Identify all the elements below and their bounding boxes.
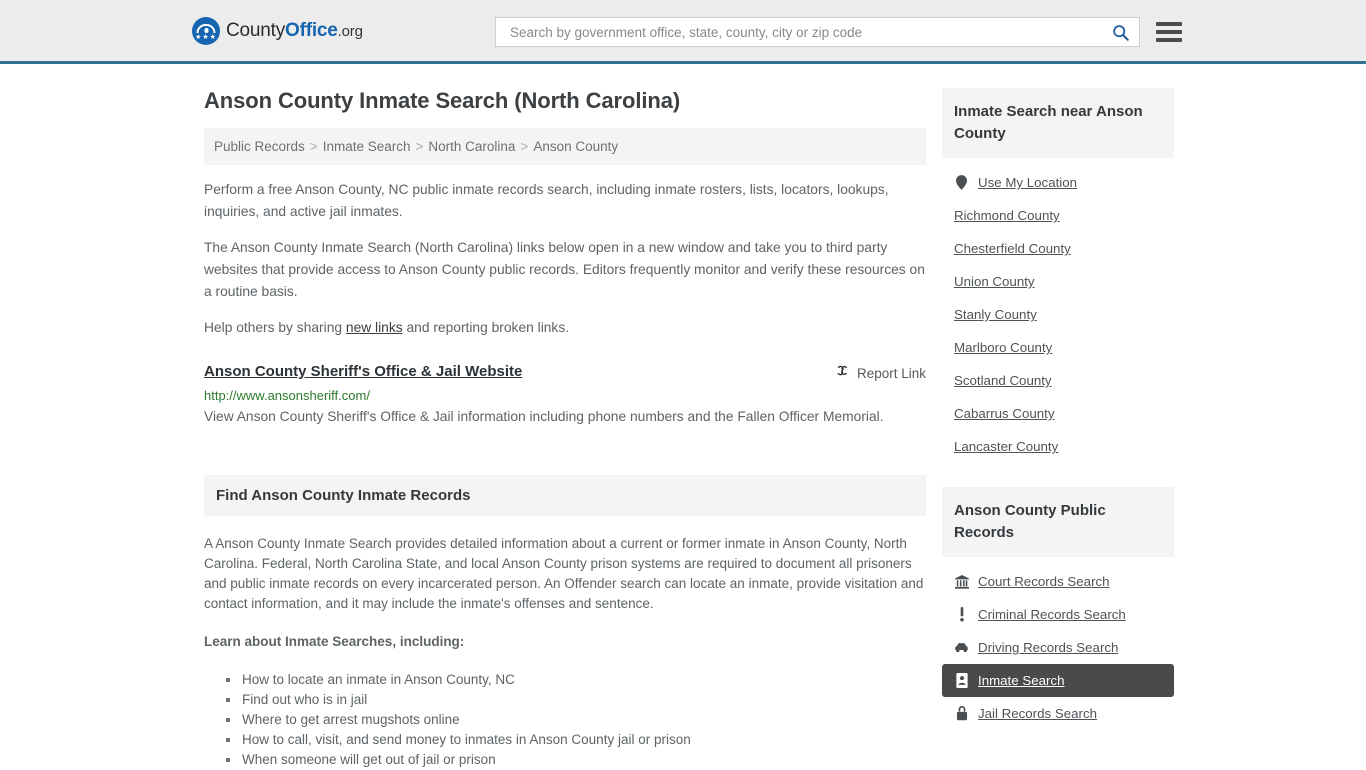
page-title: Anson County Inmate Search (North Caroli… [204, 88, 681, 113]
logo-text-county: County [226, 19, 286, 41]
sidebar-item-label[interactable]: Jail Records Search [978, 706, 1097, 721]
find-records-section-body: A Anson County Inmate Search provides de… [204, 534, 926, 770]
list-item: How to locate an inmate in Anson County,… [226, 670, 926, 690]
share-prefix: Help others by sharing [204, 320, 346, 335]
nearby-inmate-search-widget: Inmate Search near Anson County Use My L… [942, 88, 1174, 463]
site-header: ★★★ CountyOffice.org [0, 0, 1366, 64]
sidebar: Inmate Search near Anson County Use My L… [942, 64, 1174, 770]
sidebar-item-lancaster-county[interactable]: Lancaster County [942, 430, 1174, 463]
sidebar-item-label[interactable]: Driving Records Search [978, 640, 1118, 655]
sidebar-item-label[interactable]: Criminal Records Search [978, 607, 1126, 622]
header-search-zone [495, 17, 1182, 47]
sidebar-item-court-records-search[interactable]: Court Records Search [942, 565, 1174, 598]
sidebar-item-stanly-county[interactable]: Stanly County [942, 298, 1174, 331]
logo-text-office: Office [285, 19, 338, 41]
hamburger-menu-icon[interactable] [1156, 22, 1182, 42]
sidebar-item-driving-records-search[interactable]: Driving Records Search [942, 631, 1174, 664]
sidebar-item-cabarrus-county[interactable]: Cabarrus County [942, 397, 1174, 430]
eagle-emblem-icon: ★★★ [192, 16, 220, 45]
list-item: Where to get arrest mugshots online [226, 710, 926, 730]
sidebar-item-label[interactable]: Marlboro County [954, 340, 1052, 355]
nearby-widget-heading: Inmate Search near Anson County [954, 103, 1143, 142]
share-paragraph: Help others by sharing new links and rep… [204, 317, 926, 339]
intro-paragraph: Perform a free Anson County, NC public i… [204, 182, 889, 219]
report-link-button[interactable]: Report Link [835, 363, 926, 382]
sidebar-item-marlboro-county[interactable]: Marlboro County [942, 331, 1174, 364]
disclaimer-paragraph: The Anson County Inmate Search (North Ca… [204, 240, 925, 299]
public-records-widget-list: Court Records Search Criminal Records Se… [942, 557, 1174, 730]
search-box[interactable] [495, 17, 1140, 47]
search-icon[interactable] [1109, 21, 1131, 43]
sidebar-item-label[interactable]: Richmond County [954, 208, 1060, 223]
sidebar-item-criminal-records-search[interactable]: Criminal Records Search [942, 598, 1174, 631]
sidebar-item-label[interactable]: Inmate Search [978, 673, 1064, 688]
sidebar-item-label[interactable]: Use My Location [978, 175, 1077, 190]
nearby-widget-list: Use My Location Richmond County Chesterf… [942, 158, 1174, 463]
map-pin-icon [954, 175, 969, 190]
result-item: Anson County Sheriff's Office & Jail Web… [204, 363, 926, 429]
car-icon [954, 642, 969, 653]
breadcrumb-separator: > [309, 139, 318, 154]
report-link-label: Report Link [856, 365, 926, 381]
exclamation-icon [954, 607, 969, 622]
breadcrumb-item-inmate-search[interactable]: Inmate Search [323, 139, 411, 154]
page-body: Anson County Inmate Search (North Caroli… [0, 64, 1366, 770]
sidebar-item-inmate-search[interactable]: Inmate Search [942, 664, 1174, 697]
find-records-heading: Find Anson County Inmate Records [216, 487, 471, 504]
breadcrumb-separator: > [415, 139, 424, 154]
learn-about-heading: Learn about Inmate Searches, including: [204, 634, 465, 649]
list-item: When someone will get out of jail or pri… [226, 750, 926, 770]
sidebar-item-label[interactable]: Union County [954, 274, 1035, 289]
learn-about-list: How to locate an inmate in Anson County,… [204, 670, 926, 770]
stars-glyph: ★★★ [195, 33, 217, 41]
sidebar-item-label[interactable]: Court Records Search [978, 574, 1110, 589]
breadcrumb: Public Records > Inmate Search > North Carol… [204, 128, 926, 165]
id-badge-icon [954, 673, 969, 688]
result-description: View Anson County Sheriff's Office & Jai… [204, 409, 884, 424]
public-records-widget-header: Anson County Public Records [942, 487, 1174, 557]
sidebar-item-richmond-county[interactable]: Richmond County [942, 199, 1174, 232]
public-records-widget: Anson County Public Records Court Record… [942, 487, 1174, 730]
find-records-section-header: Find Anson County Inmate Records [204, 475, 926, 516]
sidebar-item-label[interactable]: Lancaster County [954, 439, 1058, 454]
sidebar-item-label[interactable]: Cabarrus County [954, 406, 1055, 421]
sidebar-item-label[interactable]: Scotland County [954, 373, 1052, 388]
sidebar-item-jail-records-search[interactable]: Jail Records Search [942, 697, 1174, 730]
sidebar-item-label[interactable]: Stanly County [954, 307, 1037, 322]
logo-text: CountyOffice.org [226, 20, 363, 42]
find-records-paragraph: A Anson County Inmate Search provides de… [204, 536, 924, 611]
sidebar-item-use-my-location[interactable]: Use My Location [942, 166, 1174, 199]
courthouse-icon [954, 574, 969, 589]
search-input[interactable] [508, 23, 1109, 41]
public-records-widget-heading: Anson County Public Records [954, 502, 1106, 541]
result-url[interactable]: http://www.ansonsheriff.com/ [204, 388, 926, 403]
breadcrumb-item-anson-county[interactable]: Anson County [533, 139, 618, 154]
main-content: Anson County Inmate Search (North Caroli… [204, 64, 926, 770]
site-logo[interactable]: ★★★ CountyOffice.org [192, 16, 363, 45]
logo-text-org: .org [337, 22, 363, 40]
breadcrumb-item-public-records[interactable]: Public Records [214, 139, 305, 154]
nearby-widget-header: Inmate Search near Anson County [942, 88, 1174, 158]
sidebar-item-scotland-county[interactable]: Scotland County [942, 364, 1174, 397]
list-item: Find out who is in jail [226, 690, 926, 710]
result-header: Anson County Sheriff's Office & Jail Web… [204, 363, 926, 382]
sidebar-item-label[interactable]: Chesterfield County [954, 241, 1071, 256]
result-title-link[interactable]: Anson County Sheriff's Office & Jail Web… [204, 363, 522, 380]
broken-link-icon [835, 364, 850, 382]
share-suffix: and reporting broken links. [402, 320, 570, 335]
breadcrumb-item-north-carolina[interactable]: North Carolina [428, 139, 515, 154]
sidebar-item-chesterfield-county[interactable]: Chesterfield County [942, 232, 1174, 265]
list-item: How to call, visit, and send money to in… [226, 730, 926, 750]
lock-icon [954, 706, 969, 721]
new-links-link[interactable]: new links [346, 320, 403, 335]
breadcrumb-separator: > [520, 139, 529, 154]
sidebar-item-union-county[interactable]: Union County [942, 265, 1174, 298]
